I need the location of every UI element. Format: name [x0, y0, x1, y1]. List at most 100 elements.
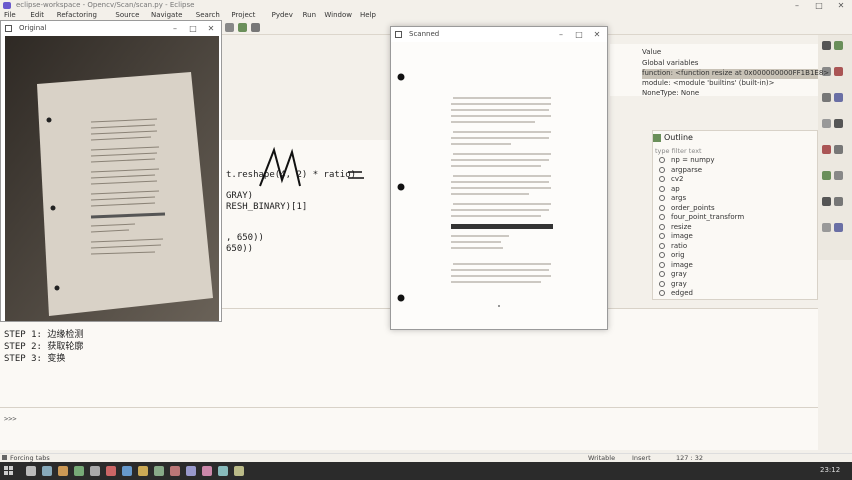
- toolbar-tool-icon[interactable]: [238, 23, 247, 32]
- outline-item-label: resize: [671, 222, 692, 231]
- photo-of-receipt: [5, 36, 219, 321]
- minimize-button[interactable]: –: [553, 28, 569, 41]
- menu-item-project[interactable]: Project: [231, 11, 255, 19]
- variable-icon: [659, 280, 665, 287]
- perspective-tool-icon[interactable]: [822, 223, 831, 232]
- perspective-tool-icon[interactable]: [822, 197, 831, 206]
- close-button[interactable]: ✕: [830, 0, 852, 11]
- variable-icon: [659, 157, 665, 163]
- variable-icon: [659, 214, 665, 220]
- taskbar-app-icon[interactable]: [186, 466, 196, 476]
- variables-header: Value: [642, 48, 662, 56]
- menu-item-pydev[interactable]: Pydev: [272, 11, 293, 19]
- taskbar-app-icon[interactable]: [234, 466, 244, 476]
- menu-item-help[interactable]: Help: [360, 11, 376, 19]
- menu-item-file[interactable]: File: [4, 11, 16, 19]
- taskbar-app-icon[interactable]: [122, 466, 132, 476]
- variable-row-selected[interactable]: function: <function resize at 0x00000000…: [642, 69, 829, 79]
- menu-item-edit[interactable]: Edit: [30, 11, 44, 19]
- minimize-button[interactable]: –: [167, 22, 183, 35]
- perspective-tool-icon[interactable]: [834, 119, 843, 128]
- minimize-button[interactable]: –: [786, 0, 808, 11]
- console-prompt[interactable]: >>>: [4, 415, 17, 423]
- variable-row[interactable]: Global variables: [642, 59, 698, 69]
- outline-item-label: ratio: [671, 241, 688, 250]
- perspective-tool-icon[interactable]: [834, 41, 843, 50]
- taskbar-app-icon[interactable]: [58, 466, 68, 476]
- perspective-tool-icon[interactable]: [834, 93, 843, 102]
- original-window[interactable]: Original – □ ✕: [0, 20, 222, 322]
- taskbar-app-icon[interactable]: [138, 466, 148, 476]
- perspective-tool-icon[interactable]: [834, 171, 843, 180]
- variable-icon: [659, 176, 665, 182]
- perspective-tool-icon[interactable]: [822, 171, 831, 180]
- close-button[interactable]: ✕: [203, 22, 219, 35]
- outline-item[interactable]: edged: [659, 289, 693, 300]
- perspective-tool-icon[interactable]: [834, 223, 843, 232]
- taskbar-app-icon[interactable]: [90, 466, 100, 476]
- perspective-tool-icon[interactable]: [834, 67, 843, 76]
- taskbar-app-icon[interactable]: [106, 466, 116, 476]
- status-forcing-tabs: Forcing tabs: [10, 454, 50, 462]
- variable-icon: [659, 233, 665, 239]
- perspective-tool-icon[interactable]: [822, 119, 831, 128]
- handwriting-annotation: [259, 146, 364, 187]
- original-photo: [5, 36, 219, 321]
- maximize-button[interactable]: □: [808, 0, 830, 11]
- variable-row[interactable]: module: <module 'builtins' (built-in)>: [642, 79, 775, 89]
- windows-start-icon[interactable]: [4, 466, 14, 476]
- variable-icon: [659, 223, 665, 230]
- outline-panel: Outline type filter text np = numpy argpa…: [652, 130, 818, 300]
- scanned-window[interactable]: Scanned – □ ✕: [390, 26, 608, 330]
- maximize-button[interactable]: □: [185, 22, 201, 35]
- taskbar-app-icon[interactable]: [218, 466, 228, 476]
- taskbar-app-icon[interactable]: [74, 466, 84, 476]
- toolbar-tool-icon[interactable]: [251, 23, 260, 32]
- toolbar-tool-icon[interactable]: [225, 23, 234, 32]
- original-title-bar[interactable]: Original – □ ✕: [1, 21, 221, 36]
- code-editor[interactable]: t.reshape(4, 2) * ratio) GRAY) RESH_BINARY…: [222, 140, 390, 308]
- menu-item-search[interactable]: Search: [196, 11, 220, 19]
- taskbar-app-icon[interactable]: [154, 466, 164, 476]
- variable-icon: [659, 166, 665, 173]
- outline-item-label: args: [671, 194, 687, 202]
- window-icon: [5, 25, 12, 32]
- menu-item-navigate[interactable]: Navigate: [151, 11, 182, 19]
- variable-row[interactable]: NoneType: None: [642, 89, 699, 99]
- scanned-title-bar[interactable]: Scanned – □ ✕: [391, 27, 607, 42]
- status-insert: Insert: [632, 454, 651, 462]
- scanned-title: Scanned: [409, 30, 440, 38]
- status-icon: [2, 455, 7, 460]
- menu-item-run[interactable]: Run: [303, 11, 316, 19]
- taskbar-app-icon[interactable]: [170, 466, 180, 476]
- perspective-tool-icon[interactable]: [822, 41, 831, 50]
- variable-icon: [659, 204, 665, 211]
- menu-item-source[interactable]: Source: [115, 11, 139, 19]
- status-cursor-position: 127 : 32: [676, 454, 703, 462]
- close-button[interactable]: ✕: [589, 28, 605, 41]
- taskbar-app-icon[interactable]: [202, 466, 212, 476]
- perspective-tool-icon[interactable]: [822, 93, 831, 102]
- perspective-tool-icon[interactable]: [834, 145, 843, 154]
- title-bar: eclipse-workspace - Opencv/Scan/scan.py …: [0, 0, 852, 11]
- outline-item-label: order_points: [671, 203, 715, 212]
- maximize-button[interactable]: □: [571, 28, 587, 41]
- code-line: , 650)): [226, 233, 264, 243]
- status-writable: Writable: [588, 454, 616, 462]
- menu-item-window[interactable]: Window: [324, 11, 352, 19]
- outline-item-label: four_point_transform: [671, 213, 745, 221]
- perspective-tool-icon[interactable]: [834, 197, 843, 206]
- outline-item-label: ap: [671, 184, 680, 193]
- perspective-tool-icon[interactable]: [822, 145, 831, 154]
- outline-filter-input[interactable]: type filter text: [655, 147, 775, 156]
- taskbar-app-icon[interactable]: [26, 466, 36, 476]
- eclipse-logo-icon: [3, 2, 11, 9]
- outline-title: Outline: [664, 133, 693, 142]
- variable-icon: [659, 271, 665, 277]
- outline-item-label: gray: [671, 270, 687, 278]
- variable-icon: [659, 252, 665, 258]
- original-title: Original: [19, 24, 47, 32]
- menu-item-refactoring[interactable]: Refactoring: [57, 11, 97, 19]
- outline-item-label: argparse: [671, 165, 703, 174]
- taskbar-app-icon[interactable]: [42, 466, 52, 476]
